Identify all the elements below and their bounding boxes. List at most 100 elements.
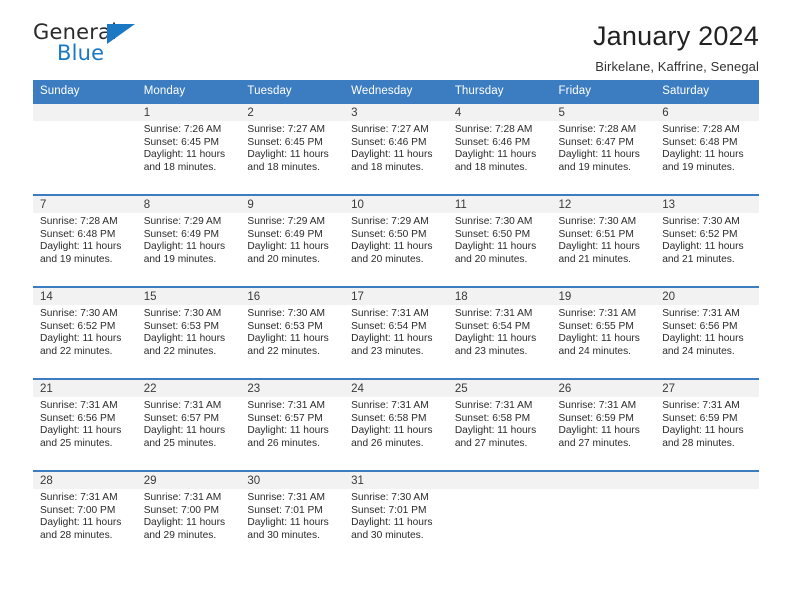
sunrise-line: Sunrise: 7:31 AM <box>558 400 637 411</box>
day-cell[interactable]: 2 Sunrise: 7:27 AM Sunset: 6:45 PM Dayli… <box>240 102 345 195</box>
daylight-line-2: and 25 minutes. <box>40 437 113 449</box>
day-cell[interactable]: 7 Sunrise: 7:28 AM Sunset: 6:48 PM Dayli… <box>33 194 137 287</box>
day-cell[interactable]: 23 Sunrise: 7:31 AM Sunset: 6:57 PM Dayl… <box>240 378 345 471</box>
daylight-line-2: and 24 minutes. <box>558 345 632 357</box>
day-cell[interactable]: 3 Sunrise: 7:27 AM Sunset: 6:46 PM Dayli… <box>344 102 448 195</box>
day-cell[interactable]: 12 Sunrise: 7:30 AM Sunset: 6:51 PM Dayl… <box>551 194 656 287</box>
day-cell[interactable]: 5 Sunrise: 7:28 AM Sunset: 6:47 PM Dayli… <box>551 102 656 195</box>
day-cell[interactable]: 21 Sunrise: 7:31 AM Sunset: 6:56 PM Dayl… <box>33 378 137 471</box>
sunrise-line: Sunrise: 7:31 AM <box>40 400 118 411</box>
daylight-line-2: and 29 minutes. <box>143 529 217 541</box>
day-cell[interactable]: 28 Sunrise: 7:31 AM Sunset: 7:00 PM Dayl… <box>33 470 137 562</box>
sunrise-line: Sunrise: 7:29 AM <box>247 216 325 227</box>
sunset-line: Sunset: 6:51 PM <box>558 228 634 240</box>
day-number <box>447 472 552 489</box>
daylight-line-1: Daylight: 11 hours <box>143 425 226 437</box>
day-details: Sunrise: 7:31 AM Sunset: 6:54 PM Dayligh… <box>448 305 552 358</box>
daylight-line-2: and 20 minutes. <box>351 253 424 265</box>
day-cell[interactable]: 4 Sunrise: 7:28 AM Sunset: 6:46 PM Dayli… <box>447 102 552 195</box>
day-details: Sunrise: 7:31 AM Sunset: 7:00 PM Dayligh… <box>33 489 137 542</box>
sunrise-line: Sunrise: 7:30 AM <box>143 308 222 319</box>
day-number <box>33 104 137 121</box>
day-cell[interactable]: 25 Sunrise: 7:31 AM Sunset: 6:58 PM Dayl… <box>447 378 552 471</box>
daylight-line-2: and 19 minutes. <box>143 253 217 265</box>
daylight-line-2: and 22 minutes. <box>143 345 217 357</box>
sunset-line: Sunset: 6:54 PM <box>454 320 531 332</box>
sunrise-line: Sunrise: 7:30 AM <box>351 492 429 503</box>
day-cell[interactable]: 13 Sunrise: 7:30 AM Sunset: 6:52 PM Dayl… <box>655 194 759 287</box>
daylight-line-2: and 19 minutes. <box>662 161 735 173</box>
daylight-line-2: and 26 minutes. <box>247 437 320 449</box>
day-cell[interactable]: 8 Sunrise: 7:29 AM Sunset: 6:49 PM Dayli… <box>136 194 241 287</box>
sunset-line: Sunset: 6:53 PM <box>143 320 220 332</box>
day-cell[interactable]: 27 Sunrise: 7:31 AM Sunset: 6:59 PM Dayl… <box>655 378 759 471</box>
day-cell[interactable]: 1 Sunrise: 7:26 AM Sunset: 6:45 PM Dayli… <box>136 102 241 195</box>
day-cell[interactable]: 9 Sunrise: 7:29 AM Sunset: 6:49 PM Dayli… <box>240 194 345 287</box>
sunrise-line: Sunrise: 7:29 AM <box>143 216 222 227</box>
sunrise-line: Sunrise: 7:30 AM <box>247 308 325 319</box>
general-blue-logo[interactable]: General Blue <box>33 22 153 70</box>
sunset-line: Sunset: 6:45 PM <box>247 136 323 148</box>
day-cell[interactable]: 16 Sunrise: 7:30 AM Sunset: 6:53 PM Dayl… <box>240 286 345 379</box>
daylight-line-2: and 23 minutes. <box>351 345 424 357</box>
day-cell[interactable]: 22 Sunrise: 7:31 AM Sunset: 6:57 PM Dayl… <box>136 378 241 471</box>
day-cell[interactable]: 18 Sunrise: 7:31 AM Sunset: 6:54 PM Dayl… <box>447 286 552 379</box>
sunset-line: Sunset: 6:54 PM <box>351 320 427 332</box>
day-cell[interactable]: 6 Sunrise: 7:28 AM Sunset: 6:48 PM Dayli… <box>655 102 759 195</box>
day-cell[interactable]: 17 Sunrise: 7:31 AM Sunset: 6:54 PM Dayl… <box>344 286 448 379</box>
sunrise-line: Sunrise: 7:28 AM <box>40 216 118 227</box>
day-cell[interactable]: 19 Sunrise: 7:31 AM Sunset: 6:55 PM Dayl… <box>551 286 656 379</box>
day-details: Sunrise: 7:31 AM Sunset: 6:59 PM Dayligh… <box>655 397 759 450</box>
sunset-line: Sunset: 6:59 PM <box>662 412 738 424</box>
day-details: Sunrise: 7:31 AM Sunset: 7:00 PM Dayligh… <box>137 489 241 542</box>
day-cell[interactable]: 11 Sunrise: 7:30 AM Sunset: 6:50 PM Dayl… <box>447 194 552 287</box>
day-cell[interactable]: 15 Sunrise: 7:30 AM Sunset: 6:53 PM Dayl… <box>136 286 241 379</box>
day-cell[interactable]: 30 Sunrise: 7:31 AM Sunset: 7:01 PM Dayl… <box>240 470 345 562</box>
day-number: 27 <box>655 380 759 397</box>
sunrise-line: Sunrise: 7:31 AM <box>247 492 325 503</box>
day-cell[interactable]: 26 Sunrise: 7:31 AM Sunset: 6:59 PM Dayl… <box>551 378 656 471</box>
day-details: Sunrise: 7:28 AM Sunset: 6:48 PM Dayligh… <box>33 213 137 266</box>
weekday-header-tuesday: Tuesday <box>240 80 345 103</box>
sunrise-line: Sunrise: 7:28 AM <box>454 124 533 135</box>
day-number <box>655 472 759 489</box>
day-cell[interactable]: 10 Sunrise: 7:29 AM Sunset: 6:50 PM Dayl… <box>344 194 448 287</box>
daylight-line-2: and 20 minutes. <box>247 253 320 265</box>
sunrise-line: Sunrise: 7:31 AM <box>40 492 118 503</box>
day-cell[interactable]: 24 Sunrise: 7:31 AM Sunset: 6:58 PM Dayl… <box>344 378 448 471</box>
day-number: 3 <box>344 104 448 121</box>
sunrise-line: Sunrise: 7:30 AM <box>558 216 637 227</box>
day-number: 21 <box>33 380 137 397</box>
sunset-line: Sunset: 6:49 PM <box>143 228 220 240</box>
sunrise-line: Sunrise: 7:27 AM <box>247 124 325 135</box>
title-block: January 2024 Birkelane, Kaffrine, Senega… <box>593 22 759 75</box>
daylight-line-2: and 30 minutes. <box>351 529 424 541</box>
calendar-week-row: 7 Sunrise: 7:28 AM Sunset: 6:48 PM Dayli… <box>33 194 759 287</box>
calendar-week-row: 14 Sunrise: 7:30 AM Sunset: 6:52 PM Dayl… <box>33 286 759 379</box>
daylight-line-1: Daylight: 11 hours <box>558 425 640 437</box>
daylight-line-1: Daylight: 11 hours <box>351 333 433 345</box>
sunset-line: Sunset: 6:52 PM <box>40 320 116 332</box>
weekday-header-saturday: Saturday <box>655 80 759 103</box>
day-details: Sunrise: 7:30 AM Sunset: 6:52 PM Dayligh… <box>33 305 137 358</box>
day-cell[interactable]: 20 Sunrise: 7:31 AM Sunset: 6:56 PM Dayl… <box>655 286 759 379</box>
day-number: 14 <box>33 288 137 305</box>
day-number: 13 <box>655 196 759 213</box>
sunset-line: Sunset: 6:48 PM <box>40 228 116 240</box>
daylight-line-2: and 28 minutes. <box>40 529 113 541</box>
daylight-line-2: and 18 minutes. <box>351 161 424 173</box>
day-number: 12 <box>551 196 656 213</box>
day-cell[interactable]: 14 Sunrise: 7:30 AM Sunset: 6:52 PM Dayl… <box>33 286 137 379</box>
day-details: Sunrise: 7:31 AM Sunset: 6:56 PM Dayligh… <box>655 305 759 358</box>
daylight-line-1: Daylight: 11 hours <box>143 149 226 161</box>
sunrise-line: Sunrise: 7:31 AM <box>143 492 222 503</box>
day-cell[interactable]: 29 Sunrise: 7:31 AM Sunset: 7:00 PM Dayl… <box>136 470 241 562</box>
sunset-line: Sunset: 6:47 PM <box>558 136 634 148</box>
sunrise-line: Sunrise: 7:27 AM <box>351 124 429 135</box>
day-details: Sunrise: 7:31 AM Sunset: 6:59 PM Dayligh… <box>552 397 656 450</box>
daylight-line-1: Daylight: 11 hours <box>40 517 122 529</box>
daylight-line-1: Daylight: 11 hours <box>662 241 744 253</box>
daylight-line-1: Daylight: 11 hours <box>247 333 329 345</box>
triangle-icon <box>107 24 135 44</box>
day-cell[interactable]: 31 Sunrise: 7:30 AM Sunset: 7:01 PM Dayl… <box>344 470 448 562</box>
